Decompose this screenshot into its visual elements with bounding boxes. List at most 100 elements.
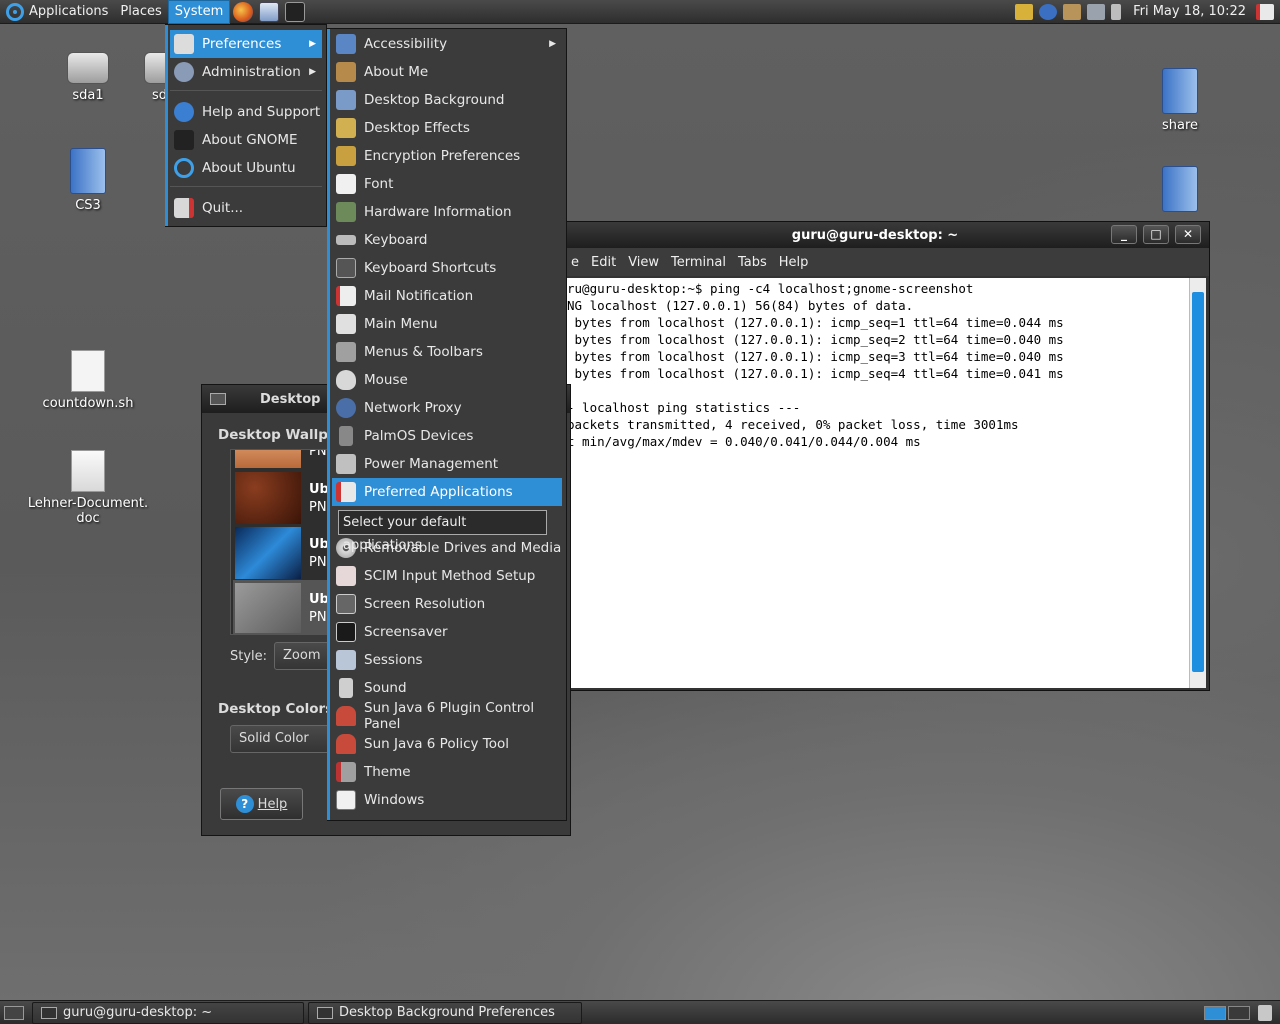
menu-item-power-management[interactable]: Power Management	[332, 450, 562, 478]
network-icon[interactable]	[1087, 3, 1106, 20]
menu-file[interactable]: e	[567, 255, 583, 270]
workspace-switcher[interactable]	[1204, 1005, 1250, 1020]
terminal-output[interactable]: ru@guru-desktop:~$ ping -c4 localhost;gn…	[563, 278, 1189, 688]
system-menu: Preferences ▶ Administration ▶ Help and …	[165, 24, 327, 227]
menu-item-label: Menus & Toolbars	[364, 344, 483, 360]
menu-item-about-me[interactable]: About Me	[332, 58, 562, 86]
menu-item-sun-java-policy[interactable]: Sun Java 6 Policy Tool	[332, 730, 562, 758]
trash-icon[interactable]	[1258, 1004, 1272, 1021]
menu-item-help-and-support[interactable]: Help and Support	[170, 98, 322, 126]
desktop-icon-label: sd	[152, 88, 168, 103]
wallpaper-thumbnail[interactable]	[235, 583, 301, 633]
menu-item-mouse[interactable]: Mouse	[332, 366, 562, 394]
maximize-button[interactable]: □	[1143, 225, 1169, 244]
menu-item-sound[interactable]: Sound	[332, 674, 562, 702]
terminal-line: NG localhost (127.0.0.1) 56(84) bytes of…	[567, 298, 914, 313]
menu-item-hardware-information[interactable]: Hardware Information	[332, 198, 562, 226]
close-button[interactable]: ✕	[1175, 225, 1201, 244]
wallpaper-thumbnail[interactable]	[235, 527, 301, 579]
lock-icon[interactable]	[1015, 3, 1034, 20]
wallpaper-heading: Desktop Wallp	[218, 427, 328, 443]
menu-item-sessions[interactable]: Sessions	[332, 646, 562, 674]
menu-item-accessibility[interactable]: Accessibility ▶	[332, 30, 562, 58]
menu-item-about-gnome[interactable]: About GNOME	[170, 126, 322, 154]
menu-item-label: Screensaver	[364, 624, 448, 640]
logout-icon[interactable]	[1256, 3, 1274, 20]
menu-view[interactable]: View	[624, 255, 663, 270]
clock[interactable]: Fri May 18, 10:22	[1133, 4, 1246, 19]
menu-item-quit[interactable]: Quit...	[170, 194, 322, 222]
applications-menu[interactable]: Applications	[0, 0, 114, 24]
desktop-icon-label: CS3	[75, 198, 101, 213]
taskbar-item-desktop-background[interactable]: Desktop Background Preferences	[308, 1001, 582, 1024]
terminal-window[interactable]: guru@guru-desktop: ~ _ □ ✕ e Edit View T…	[540, 221, 1210, 691]
menu-terminal[interactable]: Terminal	[667, 255, 730, 270]
package-icon[interactable]	[1063, 3, 1082, 20]
menu-item-main-menu[interactable]: Main Menu	[332, 310, 562, 338]
workspace-1[interactable]	[1204, 1005, 1226, 1020]
menu-item-theme[interactable]: Theme	[332, 758, 562, 786]
terminal-menubar: e Edit View Terminal Tabs Help	[541, 248, 1209, 276]
menu-item-menus-toolbars[interactable]: Menus & Toolbars	[332, 338, 562, 366]
terminal-titlebar[interactable]: guru@guru-desktop: ~ _ □ ✕	[541, 222, 1209, 248]
menu-item-about-ubuntu[interactable]: About Ubuntu	[170, 154, 322, 182]
color-style-combo[interactable]: Solid Color	[230, 725, 330, 753]
wallpaper-thumbnail[interactable]	[235, 472, 301, 524]
desktop-icon-label: countdown.sh	[42, 396, 134, 411]
menu-item-preferences[interactable]: Preferences ▶	[170, 30, 322, 58]
workspace-2[interactable]	[1228, 1005, 1250, 1020]
menu-item-desktop-effects[interactable]: Desktop Effects	[332, 114, 562, 142]
terminal-launcher-icon[interactable]	[285, 1, 306, 22]
menu-item-sun-java-plugin[interactable]: Sun Java 6 Plugin Control Panel	[332, 700, 562, 732]
menu-item-palmos-devices[interactable]: PalmOS Devices	[332, 422, 562, 450]
desktop-icon-cs3[interactable]: CS3	[38, 148, 138, 213]
desktop-icon-sd[interactable]: sd	[118, 52, 168, 103]
tools-icon	[336, 146, 356, 166]
update-notifier-icon[interactable]	[1039, 3, 1058, 20]
places-menu[interactable]: Places	[114, 0, 167, 24]
menu-edit[interactable]: Edit	[587, 255, 620, 270]
desktop-icon-countdown[interactable]: countdown.sh	[38, 350, 138, 411]
quit-icon	[174, 198, 194, 218]
menu-item-preferred-applications[interactable]: Preferred Applications	[332, 478, 562, 506]
desktop-icon-folder[interactable]	[1130, 166, 1230, 216]
taskbar-item-terminal[interactable]: guru@guru-desktop: ~	[32, 1001, 304, 1024]
theme-icon	[336, 762, 356, 782]
wallpaper-list[interactable]: PN Ub PN Ub PN Ub PN	[230, 449, 340, 635]
menu-tabs[interactable]: Tabs	[734, 255, 771, 270]
menu-item-network-proxy[interactable]: Network Proxy	[332, 394, 562, 422]
menu-item-keyboard-shortcuts[interactable]: Keyboard Shortcuts	[332, 254, 562, 282]
menu-item-encryption-preferences[interactable]: Encryption Preferences	[332, 142, 562, 170]
menu-item-label: Sun Java 6 Policy Tool	[364, 736, 510, 752]
menu-item-windows[interactable]: Windows	[332, 786, 562, 814]
menu-item-mail-notification[interactable]: Mail Notification	[332, 282, 562, 310]
desktop-icon-share[interactable]: share	[1130, 68, 1230, 133]
volume-icon[interactable]	[1111, 3, 1122, 20]
menu-item-font[interactable]: Font	[332, 170, 562, 198]
scrollbar-thumb[interactable]	[1192, 292, 1204, 672]
desktop-icon-label: Lehner-Document.	[27, 496, 149, 511]
menu-item-administration[interactable]: Administration ▶	[170, 58, 322, 86]
style-combo[interactable]: Zoom	[274, 642, 334, 670]
hardware-icon	[336, 202, 356, 222]
show-desktop-icon[interactable]	[4, 1005, 24, 1020]
menu-item-label: Sun Java 6 Plugin Control Panel	[364, 700, 535, 732]
menu-item-scim-input-method[interactable]: SCIM Input Method Setup	[332, 562, 562, 590]
desktop-icon-lehner-document[interactable]: Lehner-Document. doc	[26, 450, 150, 526]
desktop-colors-heading: Desktop Colors	[218, 701, 334, 717]
help-button[interactable]: ? Help	[220, 788, 303, 820]
menu-help[interactable]: Help	[775, 255, 813, 270]
system-menu-button[interactable]: System	[167, 0, 231, 24]
menu-item-desktop-background[interactable]: Desktop Background	[332, 86, 562, 114]
mail-launcher-icon[interactable]	[259, 1, 280, 22]
menu-item-screen-resolution[interactable]: Screen Resolution	[332, 590, 562, 618]
help-icon	[174, 102, 194, 122]
menu-item-screensaver[interactable]: Screensaver	[332, 618, 562, 646]
firefox-launcher-icon[interactable]	[233, 1, 254, 22]
script-file-icon	[71, 350, 105, 392]
terminal-scrollbar[interactable]	[1189, 278, 1206, 688]
minimize-button[interactable]: _	[1111, 225, 1137, 244]
wallpaper-thumbnail[interactable]	[235, 450, 301, 468]
help-button-label: Help	[257, 796, 288, 812]
menu-item-keyboard[interactable]: Keyboard	[332, 226, 562, 254]
